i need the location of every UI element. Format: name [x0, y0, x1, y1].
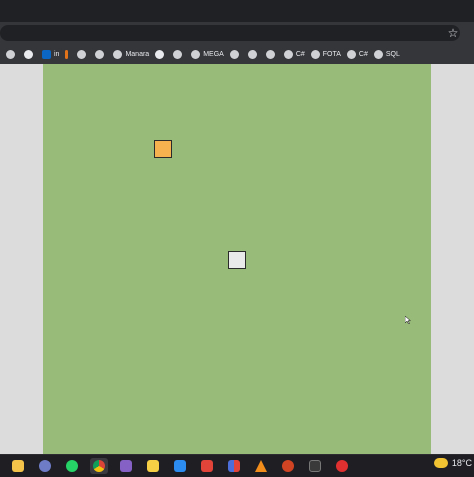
orange-block[interactable]: [154, 140, 172, 158]
bookmark-item[interactable]: Manara: [113, 46, 149, 62]
game-canvas[interactable]: [43, 64, 431, 454]
sticky-notes-icon[interactable]: [144, 458, 162, 474]
chrome-icon[interactable]: [90, 458, 108, 474]
browser-title-bar: [0, 0, 474, 22]
globe-icon: [346, 49, 356, 59]
bookmark-item[interactable]: [247, 46, 260, 62]
system-tray[interactable]: 18°C: [433, 458, 472, 468]
bookmark-item[interactable]: SQL: [373, 46, 400, 62]
globe-icon: [95, 49, 105, 59]
bookmark-item[interactable]: [155, 46, 167, 62]
bookmark-item[interactable]: [173, 46, 185, 62]
globe-icon: [6, 49, 15, 59]
github-icon: [155, 49, 165, 59]
globe-icon: [247, 49, 257, 59]
weather-icon: [433, 458, 448, 468]
bookmarks-bar: in Manara MEGA C# FOTA C# SQL: [0, 44, 474, 64]
bookmark-item[interactable]: [24, 46, 36, 62]
star-icon[interactable]: ☆: [446, 25, 460, 41]
mouse-cursor-icon: [405, 316, 411, 324]
obs-icon[interactable]: [333, 458, 351, 474]
bookmark-item[interactable]: [6, 46, 18, 62]
globe-icon: [113, 49, 123, 59]
globe-icon: [173, 49, 183, 59]
visual-studio-icon[interactable]: [117, 458, 135, 474]
bookmark-item[interactable]: [95, 46, 107, 62]
globe-icon: [283, 49, 293, 59]
bookmark-item[interactable]: FOTA: [310, 46, 341, 62]
vscode-icon[interactable]: [171, 458, 189, 474]
globe-icon: [191, 49, 201, 59]
terminal-icon[interactable]: [306, 458, 324, 474]
bookmark-item[interactable]: [229, 46, 242, 62]
bookmark-item[interactable]: C#: [283, 46, 305, 62]
address-bar: ☆: [0, 22, 474, 45]
app-bluered-icon[interactable]: [225, 458, 243, 474]
globe-icon: [77, 49, 87, 59]
white-block[interactable]: [228, 251, 246, 269]
page-viewport: [0, 64, 474, 454]
bookmark-item[interactable]: C#: [346, 46, 368, 62]
globe-icon: [373, 49, 383, 59]
weather-temperature: 18°C: [451, 458, 472, 468]
app-icon[interactable]: [36, 458, 54, 474]
bookmark-item[interactable]: [65, 46, 71, 62]
globe-icon: [265, 49, 275, 59]
app-red-icon[interactable]: [198, 458, 216, 474]
bookmark-item[interactable]: [77, 46, 89, 62]
linkedin-icon: [42, 49, 51, 59]
powerpoint-icon[interactable]: [279, 458, 297, 474]
github-icon: [24, 49, 33, 59]
vlc-icon[interactable]: [252, 458, 270, 474]
bookmark-item[interactable]: MEGA: [191, 46, 224, 62]
whatsapp-icon[interactable]: [63, 458, 81, 474]
taskbar: 18°C: [0, 454, 474, 477]
bookmark-item[interactable]: in: [42, 46, 59, 62]
bookmark-item[interactable]: [265, 46, 278, 62]
file-explorer-icon[interactable]: [9, 458, 27, 474]
globe-icon: [229, 49, 239, 59]
url-field[interactable]: [0, 25, 460, 41]
globe-icon: [310, 49, 320, 59]
bookmark-icon: [65, 49, 69, 59]
